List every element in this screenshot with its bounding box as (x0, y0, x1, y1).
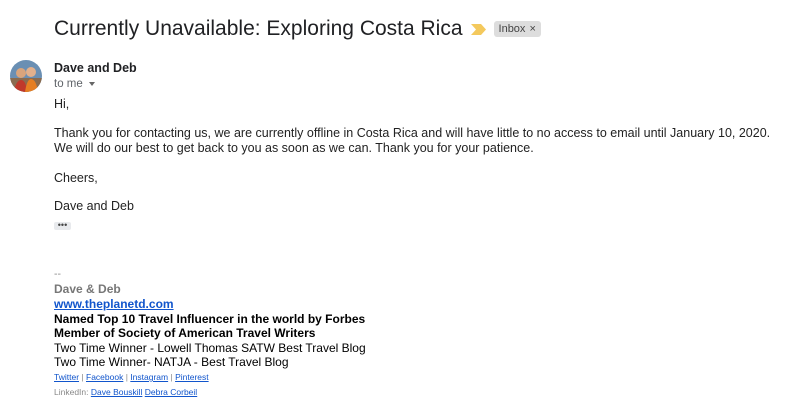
signature-line-2: Member of Society of American Travel Wri… (54, 326, 316, 340)
website-link[interactable]: www.theplanetd.com (54, 297, 174, 311)
link-separator: | (170, 372, 173, 382)
sender-name[interactable]: Dave and Deb (54, 61, 137, 75)
link-separator: | (125, 372, 128, 382)
signature-line-4: Two Time Winner- NATJA - Best Travel Blo… (54, 355, 289, 369)
twitter-link[interactable]: Twitter (54, 372, 79, 382)
social-links: Twitter | Facebook | Instagram | Pintere… (54, 372, 209, 382)
label-chip-text: Inbox (498, 23, 526, 35)
linkedin-links: LinkedIn: Dave Bouskill Debra Corbeil (54, 387, 197, 397)
closing: Cheers, (54, 171, 98, 185)
details-dropdown-icon[interactable] (88, 82, 95, 86)
linkedin-dave-link[interactable]: Dave Bouskill (91, 387, 143, 397)
pinterest-link[interactable]: Pinterest (175, 372, 209, 382)
link-separator: | (81, 372, 84, 382)
signature-line-3: Two Time Winner - Lowell Thomas SATW Bes… (54, 341, 366, 355)
label-chip-inbox[interactable]: Inbox × (493, 21, 541, 37)
importance-marker-icon[interactable] (470, 23, 486, 35)
signature-line-1: Named Top 10 Travel Influencer in the wo… (54, 312, 366, 326)
show-trimmed-content-button[interactable]: ••• (54, 221, 71, 230)
signoff: Dave and Deb (54, 199, 134, 213)
linkedin-label: LinkedIn: (54, 387, 89, 397)
avatar-photo (10, 60, 42, 92)
sender-avatar[interactable] (10, 60, 42, 92)
email-subject: Currently Unavailable: Exploring Costa R… (54, 17, 463, 40)
email-subject-row: Currently Unavailable: Exploring Costa R… (54, 14, 541, 44)
linkedin-debra-link[interactable]: Debra Corbeil (145, 387, 197, 397)
body-line-2: We will do our best to get back to you a… (54, 141, 534, 155)
instagram-link[interactable]: Instagram (130, 372, 168, 382)
recipient-text: to me (54, 78, 83, 90)
facebook-link[interactable]: Facebook (86, 372, 123, 382)
remove-label-icon[interactable]: × (529, 23, 535, 35)
greeting: Hi, (54, 97, 70, 111)
body-line-1: Thank you for contacting us, we are curr… (54, 126, 771, 140)
recipient-line[interactable]: to me (54, 78, 95, 90)
signature-name: Dave & Deb (54, 282, 121, 296)
signature-separator: -- (54, 268, 61, 280)
